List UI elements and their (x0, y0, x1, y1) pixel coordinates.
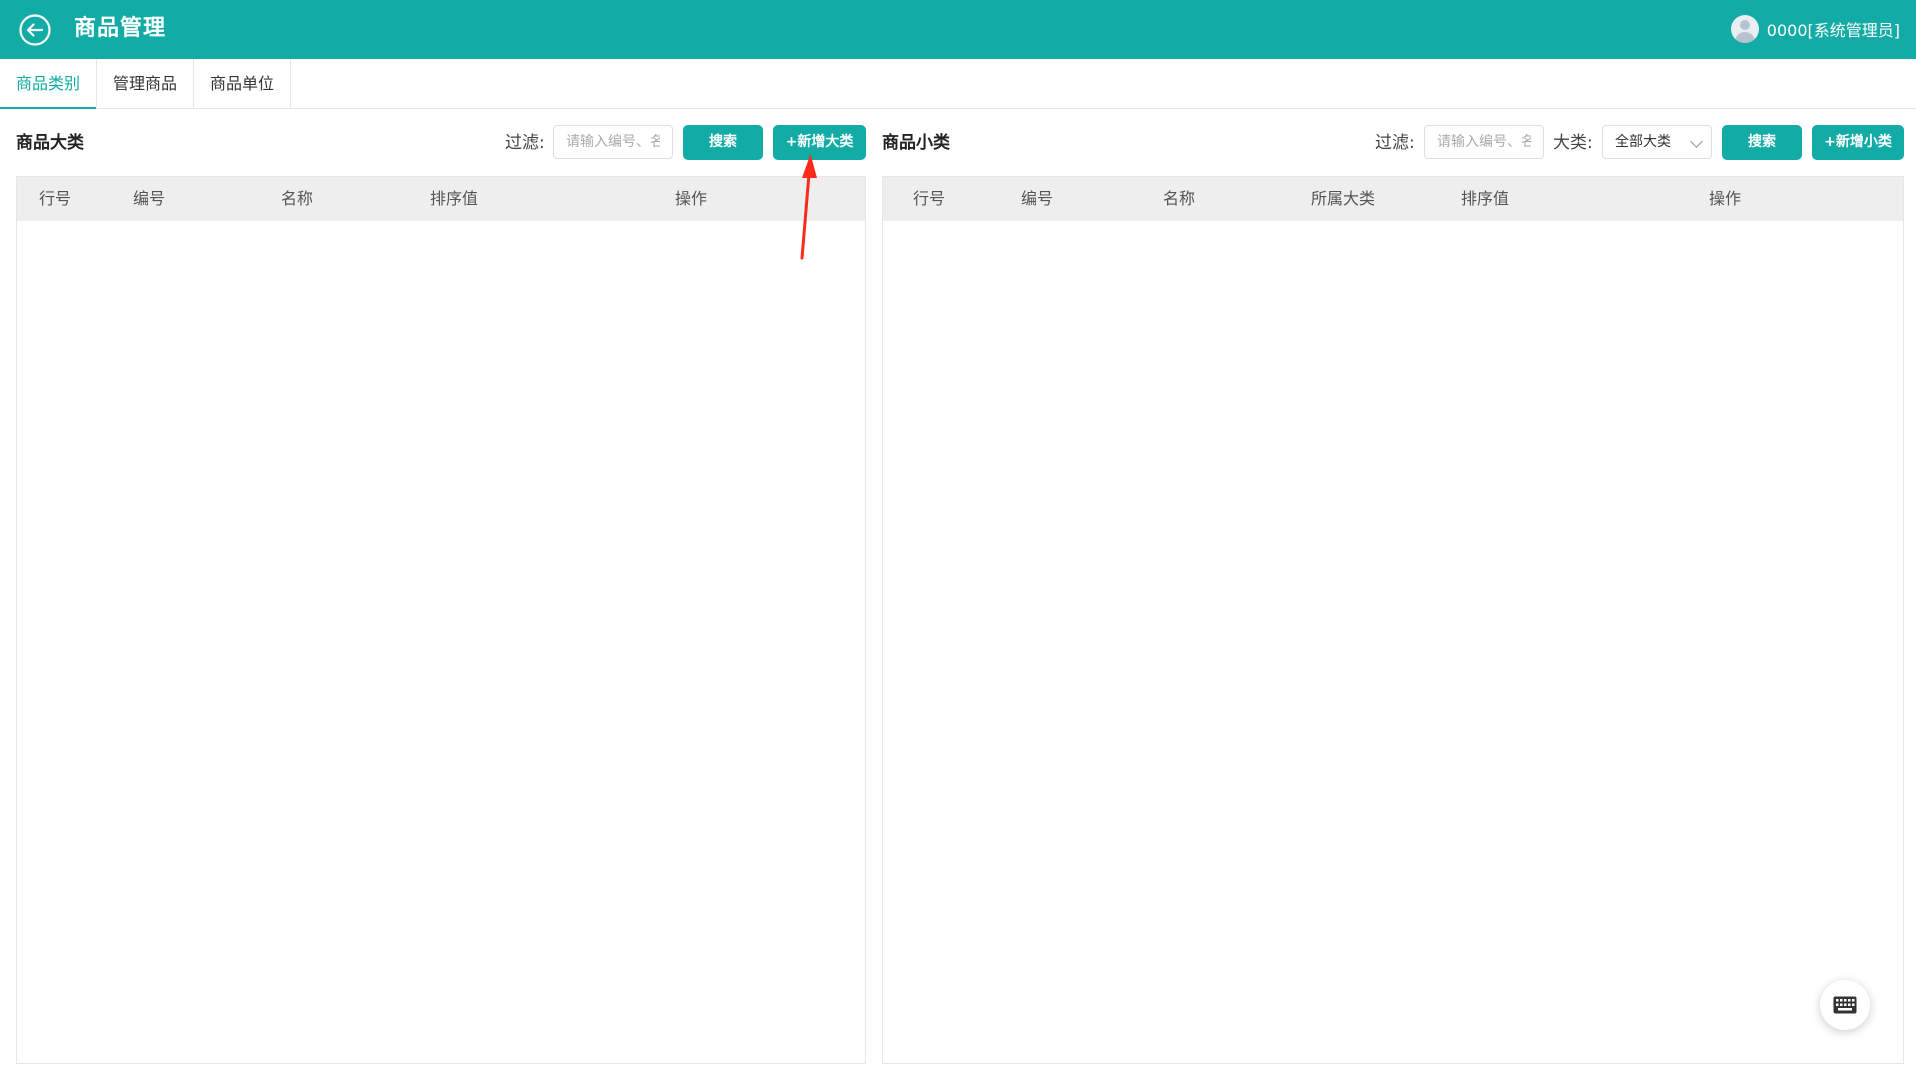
minor-search-button[interactable]: 搜索 (1722, 125, 1802, 160)
column-header: 操作 (675, 189, 708, 208)
minor-table-header: 行号 编号 名称 所属大类 排序值 操作 (883, 177, 1903, 221)
column-header: 排序值 (430, 189, 479, 208)
category-select-value: 全部大类 (1615, 134, 1671, 150)
user-avatar-icon (1730, 15, 1759, 43)
minor-filter-input[interactable] (1424, 125, 1544, 159)
column-header: 行号 (913, 189, 946, 208)
category-select-label: 大类: (1553, 133, 1593, 153)
minor-filter-label: 过滤: (1375, 133, 1415, 153)
major-category-table: 行号 编号 名称 排序值 操作 (16, 176, 866, 1064)
app-header: 商品管理 0000[系统管理员] (0, 0, 1916, 59)
tab-bar: 商品类别 管理商品 商品单位 (0, 59, 1916, 109)
minor-category-table: 行号 编号 名称 所属大类 排序值 操作 (882, 176, 1904, 1064)
column-header: 编号 (133, 189, 166, 208)
add-subcategory-button[interactable]: +新增小类 (1812, 125, 1904, 160)
major-table-header: 行号 编号 名称 排序值 操作 (17, 177, 865, 221)
column-header: 所属大类 (1311, 189, 1376, 208)
column-header: 排序值 (1461, 189, 1510, 208)
column-header: 操作 (1709, 189, 1742, 208)
add-category-button[interactable]: +新增大类 (773, 125, 866, 160)
category-select[interactable]: 全部大类 (1602, 125, 1712, 159)
keyboard-button[interactable] (1820, 980, 1870, 1030)
page-title: 商品管理 (74, 16, 167, 41)
chevron-down-icon (1690, 135, 1703, 148)
keyboard-icon (1833, 996, 1857, 1014)
user-menu[interactable]: 0000[系统管理员] (1730, 14, 1900, 44)
major-filter-label: 过滤: (505, 133, 545, 153)
major-filter-input[interactable] (553, 125, 673, 159)
tab-manage-products[interactable]: 管理商品 (97, 59, 195, 108)
tab-product-unit[interactable]: 商品单位 (194, 59, 292, 108)
back-arrow-icon (19, 14, 51, 46)
column-header: 行号 (39, 189, 72, 208)
major-search-button[interactable]: 搜索 (683, 125, 763, 160)
minor-category-title: 商品小类 (882, 133, 950, 153)
major-category-title: 商品大类 (16, 133, 84, 153)
column-header: 编号 (1021, 189, 1054, 208)
column-header: 名称 (281, 189, 314, 208)
column-header: 名称 (1163, 189, 1196, 208)
user-name: 0000[系统管理员] (1766, 21, 1900, 40)
back-button[interactable] (18, 13, 52, 47)
tab-product-category[interactable]: 商品类别 (0, 59, 98, 109)
